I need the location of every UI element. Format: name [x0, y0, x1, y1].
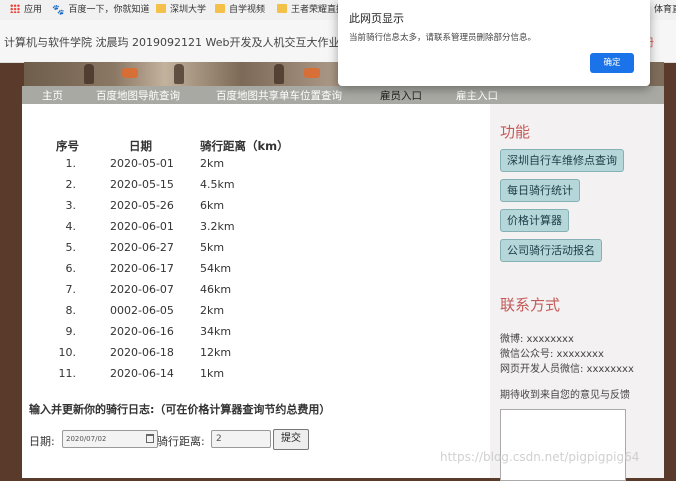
banner-figure [274, 64, 284, 84]
nav-employer-entry[interactable]: 雇主入口 [456, 88, 498, 103]
row-distance: 6km [200, 199, 225, 212]
row-date: 0002-06-05 [110, 304, 174, 317]
row-date: 2020-06-07 [110, 283, 174, 296]
row-distance: 34km [200, 325, 232, 338]
row-index: 10. [58, 346, 77, 359]
row-distance: 12km [200, 346, 232, 359]
folder-icon [156, 4, 166, 13]
site-title: 计算机与软件学院 沈晨玙 2019092121 Web开发及人机交互大作业 [4, 36, 340, 49]
nav-home[interactable]: 主页 [42, 88, 63, 103]
banner-figure [174, 64, 184, 84]
row-index: 2. [65, 178, 77, 191]
row-date: 2020-06-14 [110, 367, 174, 380]
row-date: 2020-06-17 [110, 262, 174, 275]
row-distance: 4.5km [200, 178, 235, 191]
folder-icon [277, 4, 287, 13]
row-date: 2020-05-15 [110, 178, 174, 191]
row-distance: 46km [200, 283, 232, 296]
dialog-message: 当前骑行信息太多，请联系管理员删除部分信息。 [349, 33, 537, 43]
bookmark-live[interactable]: 王者荣耀直播 [277, 3, 345, 17]
row-index: 6. [65, 262, 77, 275]
bookmark-baidu[interactable]: 🐾 百度一下，你就知道 [52, 3, 149, 17]
row-index: 1. [65, 157, 77, 170]
row-index: 7. [65, 283, 77, 296]
row-date: 2020-05-26 [110, 199, 174, 212]
row-index: 8. [65, 304, 77, 317]
row-date: 2020-06-01 [110, 220, 174, 233]
feedback-prompt: 期待收到来自您的意见与反馈 [500, 390, 630, 401]
row-index: 5. [65, 241, 77, 254]
distance-input[interactable]: 2 [211, 430, 271, 448]
row-date: 2020-05-01 [110, 157, 174, 170]
feedback-textarea[interactable] [500, 409, 626, 481]
bookmark-apps[interactable]: 应用 [10, 3, 42, 17]
row-date: 2020-06-18 [110, 346, 174, 359]
main-nav: 主页 百度地图导航查询 百度地图共享单车位置查询 雇员入口 雇主入口 [22, 86, 664, 104]
folder-icon [215, 4, 225, 13]
nav-baidu-map-nav[interactable]: 百度地图导航查询 [96, 88, 180, 103]
contact-developer-wechat: 网页开发人员微信: xxxxxxxx [500, 364, 634, 375]
row-index: 11. [58, 367, 77, 380]
features-title: 功能 [500, 123, 531, 141]
column-header-index: 序号 [56, 139, 79, 153]
row-distance: 1km [200, 367, 225, 380]
feature-event-signup-button[interactable]: 公司骑行活动报名 [500, 239, 602, 262]
date-label: 日期: [29, 435, 55, 448]
feature-bike-repair-button[interactable]: 深圳自行车维修点查询 [500, 149, 624, 172]
banner-figure [84, 64, 94, 84]
banner-figure [304, 68, 320, 78]
dialog-ok-button[interactable]: 确定 [590, 53, 634, 73]
contact-title: 联系方式 [500, 296, 561, 314]
column-header-distance: 骑行距离（km） [200, 139, 289, 153]
bookmark-szu[interactable]: 深圳大学 [156, 3, 206, 17]
baidu-paw-icon: 🐾 [52, 5, 65, 16]
submit-button[interactable]: 提交 [273, 429, 309, 450]
bookmark-videos[interactable]: 自学视频 [215, 3, 265, 17]
row-distance: 2km [200, 304, 225, 317]
feature-price-calculator-button[interactable]: 价格计算器 [500, 209, 569, 232]
ride-log-form: 日期: 2020/07/02 骑行距离: 2 提交 [29, 429, 469, 450]
row-distance: 3.2km [200, 220, 235, 233]
row-distance: 2km [200, 157, 225, 170]
row-distance: 5km [200, 241, 225, 254]
contact-wechat-official: 微信公众号: xxxxxxxx [500, 349, 604, 360]
date-input[interactable]: 2020/07/02 [62, 430, 158, 448]
dialog-title: 此网页显示 [349, 12, 404, 25]
feature-daily-stats-button[interactable]: 每日骑行统计 [500, 179, 580, 202]
main-content: 序号 日期 骑行距离（km） 1. 2020-05-01 2km 2. 2020-05-… [22, 104, 490, 478]
nav-bike-location[interactable]: 百度地图共享单车位置查询 [216, 88, 342, 103]
row-index: 4. [65, 220, 77, 233]
row-date: 2020-06-27 [110, 241, 174, 254]
alert-dialog: 此网页显示 当前骑行信息太多，请联系管理员删除部分信息。 确定 [338, 0, 650, 86]
form-title: 输入并更新你的骑行日志:（可在价格计算器查询节约总费用） [29, 403, 331, 416]
contact-weibo: 微博: xxxxxxxx [500, 334, 574, 345]
row-index: 3. [65, 199, 77, 212]
row-index: 9. [65, 325, 77, 338]
watermark-text: https://blog.csdn.net/pigpigpig64 [440, 450, 640, 464]
column-header-date: 日期 [129, 139, 152, 153]
distance-label: 骑行距离: [157, 435, 205, 448]
row-distance: 54km [200, 262, 232, 275]
apps-grid-icon [10, 4, 20, 13]
calendar-icon[interactable] [146, 434, 154, 443]
sidebar: 功能 深圳自行车维修点查询 每日骑行统计 价格计算器 公司骑行活动报名 联系方式… [490, 104, 664, 481]
nav-employee-entry[interactable]: 雇员入口 [380, 88, 422, 103]
banner-figure [122, 68, 138, 78]
row-date: 2020-06-16 [110, 325, 174, 338]
